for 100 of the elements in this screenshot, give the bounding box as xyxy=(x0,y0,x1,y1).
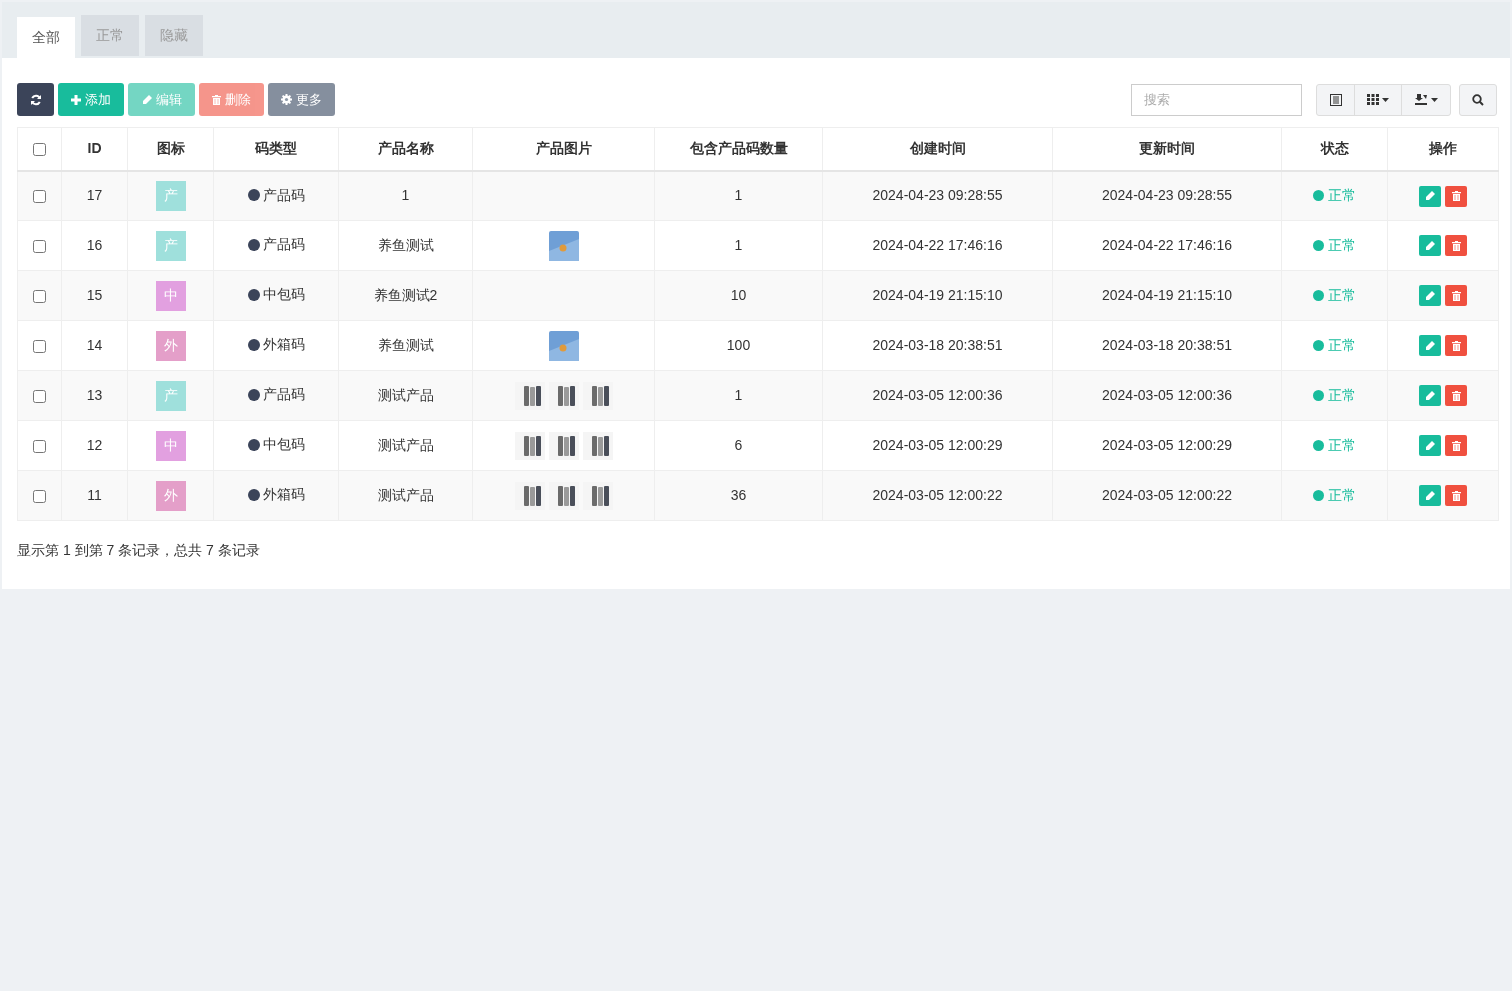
table-cell-text: 外箱码 xyxy=(262,485,305,505)
code-icon-badge: 外 xyxy=(155,330,186,361)
photo-placeholder xyxy=(548,230,579,261)
row-edit-button[interactable] xyxy=(1419,235,1441,257)
table-cell: 14 xyxy=(86,337,103,353)
plus-icon xyxy=(71,94,81,105)
column-header: 状态 xyxy=(1320,140,1349,157)
row-delete-button[interactable] xyxy=(1445,235,1467,257)
search-field[interactable]: 搜索 xyxy=(1131,83,1302,116)
table-cell: 16 xyxy=(86,237,103,253)
row-delete-button[interactable] xyxy=(1445,335,1467,357)
row-checkbox[interactable] xyxy=(33,289,46,303)
table-cell: 2024-04-19 21:15:10 xyxy=(1102,287,1232,303)
table-cell: 2024-04-22 17:46:16 xyxy=(872,237,1003,253)
column-header: 产品图片 xyxy=(535,140,592,157)
table-cell: 2024-04-23 09:28:55 xyxy=(872,187,1003,204)
pencil-icon xyxy=(1425,340,1435,351)
refresh-icon xyxy=(29,93,42,106)
select-all-checkbox[interactable] xyxy=(33,143,46,157)
status-text: 正常 xyxy=(1328,485,1356,505)
export-icon xyxy=(1414,94,1428,105)
table-cell: 2024-04-23 09:28:55 xyxy=(1102,187,1232,204)
trash-icon xyxy=(1451,490,1461,501)
row-delete-button[interactable] xyxy=(1445,435,1467,457)
table-cell: 13 xyxy=(86,387,103,403)
phone-photo-icon xyxy=(548,481,579,510)
row-edit-button[interactable] xyxy=(1419,435,1441,457)
grid-icon xyxy=(1367,94,1379,105)
row-checkbox[interactable] xyxy=(33,389,46,403)
more-button[interactable]: 更多 xyxy=(268,83,335,116)
row-checkbox[interactable] xyxy=(33,439,46,453)
table-cell: 2024-04-22 17:46:16 xyxy=(1102,237,1232,253)
add-button[interactable]: 添加 xyxy=(58,83,124,116)
code-icon-badge: 中 xyxy=(155,430,186,461)
row-delete-button[interactable] xyxy=(1445,485,1467,507)
row-edit-button[interactable] xyxy=(1419,485,1441,507)
row-edit-button[interactable] xyxy=(1419,285,1441,307)
phone-photo-icon xyxy=(582,381,613,410)
tab[interactable]: 隐藏 xyxy=(145,15,203,56)
caret-icon xyxy=(1430,97,1438,102)
code-icon-badge: 产 xyxy=(155,180,186,211)
tab[interactable]: 正常 xyxy=(81,15,139,56)
trash-icon xyxy=(1451,440,1461,451)
status-text: 正常 xyxy=(1328,335,1356,355)
table-cell: 1 xyxy=(734,387,743,403)
table-cell: 2024-03-05 12:00:36 xyxy=(1102,387,1232,403)
table-cell: 11 xyxy=(87,487,102,503)
status-text: 正常 xyxy=(1328,235,1356,255)
trash-icon xyxy=(1451,340,1461,351)
pencil-icon xyxy=(1425,240,1435,251)
table-cell: 2024-03-05 12:00:36 xyxy=(872,387,1003,403)
refresh-button[interactable] xyxy=(17,83,54,116)
row-checkbox[interactable] xyxy=(33,339,46,353)
table-cell: 2024-03-18 20:38:51 xyxy=(872,337,1003,353)
table-cell: 测试产品 xyxy=(377,487,434,503)
phone-photo-icon xyxy=(548,431,579,460)
pencil-icon xyxy=(1425,290,1435,301)
row-checkbox[interactable] xyxy=(33,489,46,503)
column-header: 包含产品码数量 xyxy=(689,140,788,157)
status-text: 正常 xyxy=(1328,285,1356,305)
table-cell: 15 xyxy=(86,287,103,303)
phone-photo-icon xyxy=(514,481,545,510)
search-icon xyxy=(1472,93,1484,106)
table-cell: 12 xyxy=(86,437,103,453)
trash-icon xyxy=(1451,240,1461,251)
trash-icon xyxy=(212,94,221,105)
tab[interactable]: 全部 xyxy=(17,17,75,58)
search-button[interactable] xyxy=(1459,83,1497,116)
table-cell: 36 xyxy=(730,487,747,503)
row-edit-button[interactable] xyxy=(1419,335,1441,357)
table-cell: 6 xyxy=(734,437,743,453)
pencil-icon xyxy=(1425,440,1435,451)
row-checkbox[interactable] xyxy=(33,190,46,204)
trash-icon xyxy=(1451,390,1461,401)
status-text: 正常 xyxy=(1328,385,1356,405)
pencil-icon xyxy=(1425,390,1435,401)
pencil-icon xyxy=(1425,191,1435,202)
phone-photo-icon xyxy=(548,381,579,410)
code-icon-badge: 产 xyxy=(155,230,186,261)
code-icon-badge: 产 xyxy=(155,380,186,411)
pencil-icon xyxy=(1425,490,1435,501)
row-edit-button[interactable] xyxy=(1419,385,1441,407)
column-header: ID xyxy=(87,140,102,157)
table-cell: 17 xyxy=(86,187,103,204)
table-cell: 养鱼测试 xyxy=(377,237,434,253)
status-text: 正常 xyxy=(1328,185,1356,205)
phone-photo-icon xyxy=(582,431,613,460)
trash-icon xyxy=(1451,290,1461,301)
row-delete-button[interactable] xyxy=(1445,385,1467,407)
phone-photo-icon xyxy=(514,381,545,410)
row-checkbox[interactable] xyxy=(33,239,46,253)
table-cell: 测试产品 xyxy=(377,387,434,403)
row-edit-button[interactable] xyxy=(1419,185,1441,207)
caret-icon xyxy=(1382,97,1389,102)
column-header: 产品名称 xyxy=(377,140,434,157)
table-cell-text: 外箱码 xyxy=(262,335,305,355)
column-header: 更新时间 xyxy=(1139,140,1195,157)
photo-placeholder xyxy=(548,330,579,361)
row-delete-button[interactable] xyxy=(1445,285,1467,307)
row-delete-button[interactable] xyxy=(1445,185,1467,207)
